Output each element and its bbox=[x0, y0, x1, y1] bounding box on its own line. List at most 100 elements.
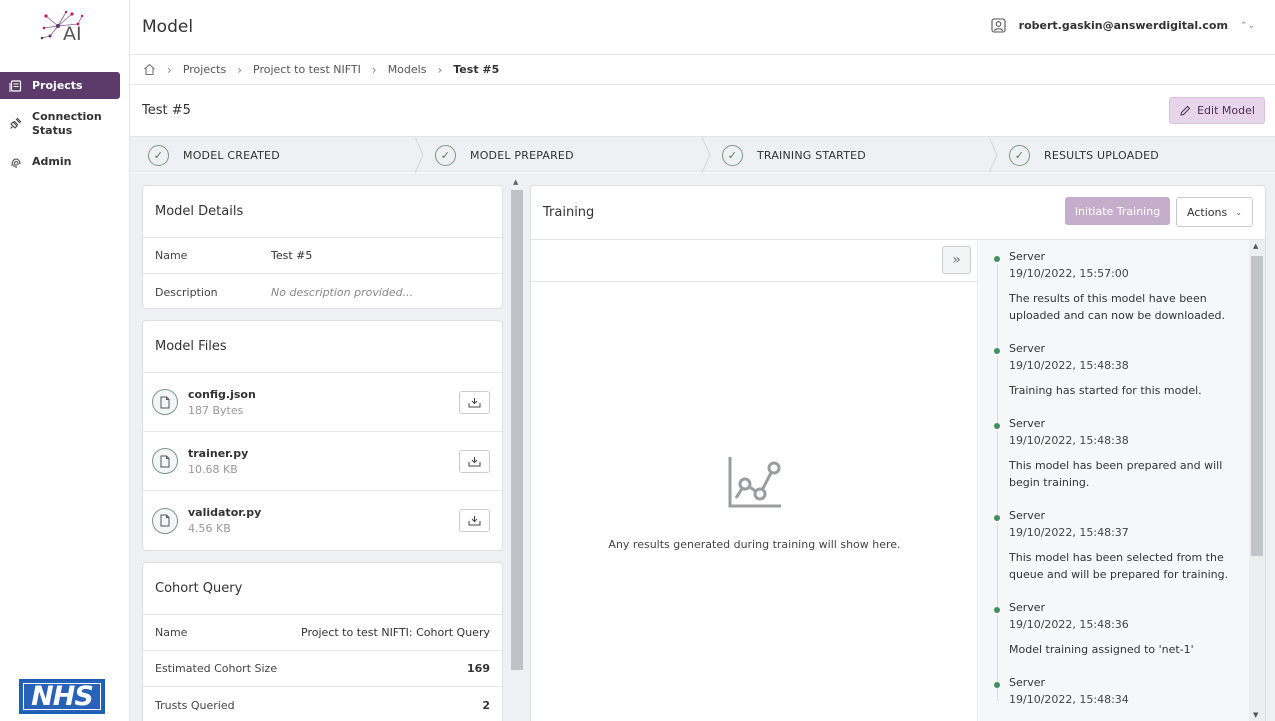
log-timestamp: 19/10/2022, 15:48:34 bbox=[1009, 693, 1129, 706]
check-circle-icon: ✓ bbox=[435, 144, 456, 166]
breadcrumb-projects[interactable]: Projects bbox=[183, 63, 226, 76]
cohort-query-card: Cohort Query Name Project to test NIFTI:… bbox=[142, 562, 503, 721]
actions-dropdown[interactable]: Actions ⌄ bbox=[1176, 197, 1253, 227]
file-size: 187 Bytes bbox=[188, 403, 244, 417]
breadcrumb: › Projects › Project to test NIFTI › Mod… bbox=[130, 55, 1275, 85]
log-author: Server bbox=[1009, 601, 1046, 614]
log-author: Server bbox=[1009, 250, 1046, 263]
step-results-uploaded: ✓ RESULTS UPLOADED bbox=[1009, 137, 1159, 173]
download-icon bbox=[468, 456, 481, 466]
card-title: Cohort Query bbox=[143, 563, 502, 615]
sidebar-item-projects[interactable]: Projects bbox=[0, 72, 120, 99]
user-email: robert.gaskin@answerdigital.com bbox=[1018, 19, 1228, 32]
empty-results-text: Any results generated during training wi… bbox=[608, 538, 901, 551]
training-log: Server 19/10/2022, 15:57:00 The results … bbox=[979, 240, 1265, 721]
log-timestamp: 19/10/2022, 15:48:36 bbox=[1009, 618, 1129, 631]
sidebar-item-connection-status[interactable]: Connection Status bbox=[0, 110, 110, 138]
initiate-training-button[interactable]: Initiate Training bbox=[1065, 197, 1170, 225]
sidebar-item-label: Projects bbox=[32, 79, 83, 92]
step-model-created: ✓ MODEL CREATED bbox=[148, 137, 280, 173]
cohort-value: Project to test NIFTI: Cohort Query bbox=[301, 626, 490, 639]
check-circle-icon: ✓ bbox=[722, 144, 743, 166]
log-message: Model training assigned to 'net-1' bbox=[1009, 643, 1194, 656]
card-title: Model Files bbox=[143, 321, 502, 373]
download-button[interactable] bbox=[459, 390, 490, 414]
results-toolbar: » bbox=[531, 240, 977, 282]
plug-icon bbox=[10, 117, 22, 129]
user-icon bbox=[991, 18, 1006, 33]
step-label: RESULTS UPLOADED bbox=[1044, 148, 1159, 162]
file-icon bbox=[152, 389, 178, 415]
status-dot-icon bbox=[994, 607, 1000, 613]
breadcrumb-models[interactable]: Models bbox=[388, 63, 427, 76]
step-divider bbox=[702, 137, 711, 173]
download-button[interactable] bbox=[459, 509, 490, 532]
scrollbar-thumb[interactable] bbox=[1251, 256, 1263, 556]
step-divider bbox=[415, 137, 424, 173]
file-row: config.json 187 Bytes bbox=[143, 373, 502, 432]
log-message: This model has been prepared and will be… bbox=[1009, 459, 1223, 489]
scroll-up-icon[interactable]: ▲ bbox=[513, 178, 518, 186]
pencil-icon bbox=[1180, 105, 1191, 116]
scroll-down-icon[interactable]: ▼ bbox=[1253, 711, 1258, 719]
download-icon bbox=[468, 397, 481, 407]
log-scrollbar[interactable]: ▲ ▼ bbox=[1249, 240, 1265, 721]
log-timestamp: 19/10/2022, 15:57:00 bbox=[1009, 267, 1129, 280]
user-menu[interactable]: robert.gaskin@answerdigital.com ⌃⌄ bbox=[991, 18, 1255, 33]
log-entry: Server 19/10/2022, 15:48:34 bbox=[979, 676, 1249, 706]
edit-model-button[interactable]: Edit Model bbox=[1169, 97, 1265, 124]
step-model-prepared: ✓ MODEL PREPARED bbox=[435, 137, 574, 173]
chevron-up-down-icon: ⌃⌄ bbox=[1239, 20, 1255, 31]
scrollbar-thumb[interactable] bbox=[511, 190, 523, 670]
fingerprint-icon bbox=[11, 158, 21, 168]
chart-empty-icon bbox=[728, 457, 781, 508]
log-message: This model has been selected from the qu… bbox=[1009, 551, 1229, 581]
actions-label: Actions bbox=[1187, 205, 1228, 219]
sidebar-item-admin[interactable]: Admin bbox=[0, 155, 120, 170]
detail-value: Test #5 bbox=[271, 249, 313, 262]
progress-steps: ✓ MODEL CREATED ✓ MODEL PREPARED ✓ TRAIN… bbox=[130, 136, 1275, 173]
file-name: validator.py bbox=[188, 506, 262, 519]
logo-text: AI bbox=[63, 23, 82, 45]
projects-icon bbox=[9, 80, 22, 92]
file-row: trainer.py 10.68 KB bbox=[143, 432, 502, 491]
breadcrumb-separator-icon: › bbox=[167, 62, 172, 77]
cohort-row-size: Estimated Cohort Size 169 bbox=[143, 651, 502, 687]
download-button[interactable] bbox=[459, 449, 490, 473]
log-entry: Server 19/10/2022, 15:48:38 This model h… bbox=[979, 417, 1249, 517]
sidebar-item-label: Connection Status bbox=[32, 110, 102, 137]
log-message: Training has started for this model. bbox=[1009, 384, 1202, 397]
step-divider bbox=[989, 137, 998, 173]
breadcrumb-separator-icon: › bbox=[237, 62, 242, 77]
model-files-card: Model Files config.json 187 Bytes traine… bbox=[142, 320, 503, 551]
detail-row-description: Description No description provided... bbox=[143, 274, 502, 308]
detail-key: Name bbox=[155, 249, 188, 262]
status-dot-icon bbox=[994, 515, 1000, 521]
cohort-row-trusts: Trusts Queried 2 bbox=[143, 687, 502, 721]
log-message: The results of this model have been uplo… bbox=[1009, 292, 1226, 322]
log-author: Server bbox=[1009, 676, 1046, 689]
expand-panel-button[interactable]: » bbox=[942, 246, 971, 274]
log-entry: Server 19/10/2022, 15:48:38 Training has… bbox=[979, 342, 1249, 426]
breadcrumb-separator-icon: › bbox=[437, 62, 443, 77]
scroll-up-icon[interactable]: ▲ bbox=[1253, 242, 1258, 250]
nhs-logo-text: NHS bbox=[21, 681, 103, 712]
file-size: 4.56 KB bbox=[188, 522, 231, 535]
download-icon bbox=[468, 516, 481, 526]
training-header: Training Initiate Training Actions ⌄ bbox=[531, 186, 1265, 240]
training-card: Training Initiate Training Actions ⌄ » A… bbox=[530, 185, 1266, 721]
status-dot-icon bbox=[994, 348, 1000, 354]
step-label: MODEL PREPARED bbox=[470, 148, 574, 162]
log-author: Server bbox=[1009, 342, 1046, 355]
check-circle-icon: ✓ bbox=[1009, 144, 1030, 166]
sidebar-item-label: Admin bbox=[32, 155, 72, 168]
log-entry: Server 19/10/2022, 15:57:00 The results … bbox=[979, 250, 1249, 350]
left-column-scrollbar[interactable]: ▲ bbox=[510, 178, 524, 721]
home-icon[interactable] bbox=[143, 63, 156, 76]
model-name-heading: Test #5 bbox=[142, 103, 191, 118]
log-timestamp: 19/10/2022, 15:48:38 bbox=[1009, 359, 1129, 372]
breadcrumb-project[interactable]: Project to test NIFTI bbox=[253, 63, 361, 76]
file-icon bbox=[152, 448, 178, 474]
top-bar: Model robert.gaskin@answerdigital.com ⌃⌄ bbox=[130, 0, 1275, 55]
cohort-value: 169 bbox=[467, 662, 490, 675]
